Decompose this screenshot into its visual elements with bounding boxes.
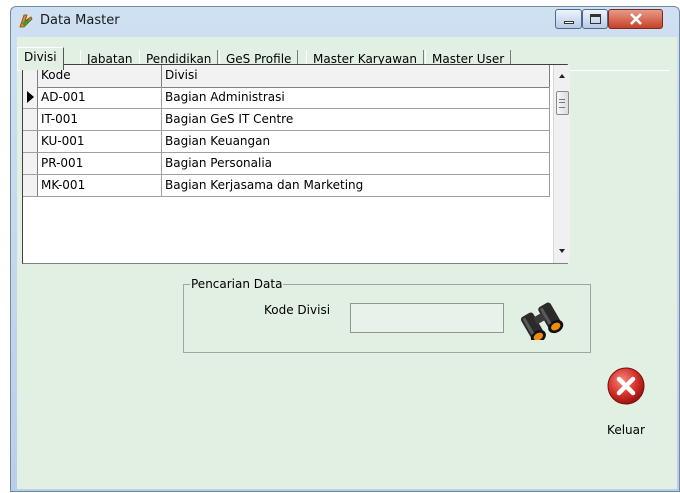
scroll-down-arrow-icon[interactable] xyxy=(554,244,570,258)
close-button[interactable] xyxy=(608,9,663,29)
grid-vertical-scrollbar[interactable] xyxy=(553,65,570,263)
scroll-up-arrow-icon[interactable] xyxy=(554,69,570,83)
cell-divisi[interactable]: Bagian Kerjasama dan Marketing xyxy=(162,175,550,196)
keluar-label: Keluar xyxy=(607,423,645,437)
row-indicator xyxy=(23,175,38,196)
search-button[interactable] xyxy=(514,296,576,344)
maximize-icon xyxy=(590,14,601,24)
cell-divisi[interactable]: Bagian Administrasi xyxy=(162,87,550,108)
cell-kode[interactable]: KU-001 xyxy=(38,131,162,152)
minimize-button[interactable] xyxy=(555,9,582,29)
cell-divisi[interactable]: Bagian Personalia xyxy=(162,153,550,174)
app-icon xyxy=(19,14,33,28)
cell-kode[interactable]: PR-001 xyxy=(38,153,162,174)
close-x-icon xyxy=(630,13,642,25)
search-groupbox: Pencarian Data Kode Divisi xyxy=(183,277,591,353)
cell-kode[interactable]: IT-001 xyxy=(38,109,162,130)
close-circle-icon xyxy=(607,367,645,405)
grid-header: Kode Divisi xyxy=(23,65,550,88)
keluar-button[interactable]: Keluar xyxy=(596,358,656,446)
table-row[interactable]: MK-001 Bagian Kerjasama dan Marketing xyxy=(23,175,550,197)
thumb-grip-mid xyxy=(559,102,565,103)
scrollbar-thumb[interactable] xyxy=(556,91,569,115)
row-indicator xyxy=(23,153,38,174)
minimize-icon xyxy=(564,21,574,24)
kode-divisi-input[interactable] xyxy=(350,303,504,333)
search-group-title: Pencarian Data xyxy=(190,277,284,291)
current-row-arrow-icon xyxy=(27,91,34,103)
cell-divisi[interactable]: Bagian GeS IT Centre xyxy=(162,109,550,130)
kode-divisi-label: Kode Divisi xyxy=(264,303,331,317)
tab-divisi[interactable]: Divisi xyxy=(17,47,64,70)
table-row[interactable]: PR-001 Bagian Personalia xyxy=(23,153,550,175)
table-row[interactable]: KU-001 Bagian Keuangan xyxy=(23,131,550,153)
cell-kode[interactable]: MK-001 xyxy=(38,175,162,196)
thumb-grip-icon xyxy=(559,99,565,108)
data-master-window: Data Master Divisi Jabatan Pendidikan Ge… xyxy=(10,6,680,492)
row-indicator xyxy=(23,87,38,108)
cell-divisi[interactable]: Bagian Keuangan xyxy=(162,131,550,152)
cell-kode[interactable]: AD-001 xyxy=(38,87,162,108)
table-row[interactable]: AD-001 Bagian Administrasi xyxy=(23,87,550,109)
column-header-divisi[interactable]: Divisi xyxy=(162,65,550,87)
row-indicator xyxy=(23,131,38,152)
binoculars-icon xyxy=(520,302,564,344)
title-bar[interactable]: Data Master xyxy=(11,7,679,35)
divisi-grid[interactable]: Kode Divisi AD-001 Bagian Administrasi I… xyxy=(22,64,570,264)
row-indicator xyxy=(23,109,38,130)
maximize-button[interactable] xyxy=(582,9,608,29)
table-row[interactable]: IT-001 Bagian GeS IT Centre xyxy=(23,109,550,131)
window-title: Data Master xyxy=(40,13,120,28)
